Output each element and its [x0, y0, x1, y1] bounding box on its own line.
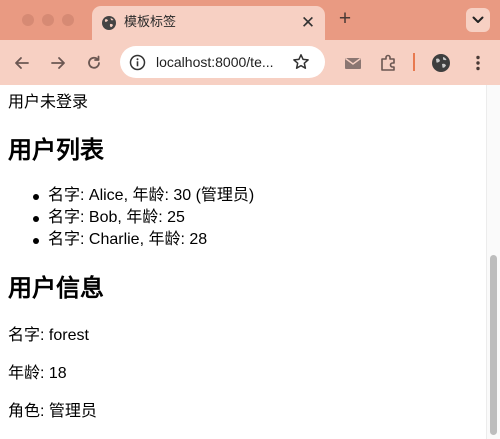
- tab-title: 模板标签: [124, 15, 177, 30]
- url-text[interactable]: localhost:8000/te...: [156, 54, 274, 70]
- browser-tab[interactable]: 模板标签 ✕: [92, 6, 325, 40]
- forward-arrow-icon[interactable]: [47, 52, 69, 74]
- user-info-heading: 用户信息: [8, 275, 104, 302]
- browser-toolbar: localhost:8000/te...: [0, 40, 500, 85]
- user-list-item: 名字: Charlie, 年龄: 28: [0, 229, 254, 251]
- user-info-age: 年龄: 18: [8, 365, 67, 382]
- window-close-dot[interactable]: [22, 14, 34, 26]
- user-info-role: 角色: 管理员: [8, 403, 97, 420]
- user-list-heading: 用户列表: [8, 137, 104, 164]
- tab-close-icon[interactable]: ✕: [299, 14, 317, 32]
- scrollbar-thumb[interactable]: [490, 255, 497, 435]
- address-bar[interactable]: localhost:8000/te...: [120, 46, 325, 78]
- extensions-puzzle-icon[interactable]: [377, 52, 399, 74]
- mail-icon[interactable]: [342, 52, 364, 74]
- toolbar-separator: [413, 53, 415, 71]
- page-viewport: 用户未登录 用户列表 名字: Alice, 年龄: 30 (管理员) 名字: B…: [0, 85, 486, 439]
- user-list-item: 名字: Bob, 年龄: 25: [0, 207, 254, 229]
- new-tab-button[interactable]: +: [334, 8, 356, 30]
- chevron-down-icon: [472, 16, 484, 23]
- browser-titlebar: 模板标签 ✕ +: [0, 0, 500, 40]
- tab-search-button[interactable]: [466, 8, 490, 32]
- user-list: 名字: Alice, 年龄: 30 (管理员) 名字: Bob, 年龄: 25 …: [0, 185, 254, 251]
- vertical-scrollbar[interactable]: [486, 85, 500, 439]
- kebab-menu-icon[interactable]: [467, 52, 489, 74]
- user-info-name: 名字: forest: [8, 327, 89, 344]
- reload-icon[interactable]: [83, 52, 105, 74]
- profile-avatar-icon[interactable]: [430, 52, 452, 74]
- window-zoom-dot[interactable]: [62, 14, 74, 26]
- back-arrow-icon[interactable]: [11, 52, 33, 74]
- globe-icon: [101, 15, 117, 31]
- window-minimize-dot[interactable]: [42, 14, 54, 26]
- user-list-item: 名字: Alice, 年龄: 30 (管理员): [0, 185, 254, 207]
- login-status-text: 用户未登录: [8, 94, 89, 111]
- bookmark-star-icon[interactable]: [292, 53, 310, 76]
- site-info-icon[interactable]: [129, 54, 146, 76]
